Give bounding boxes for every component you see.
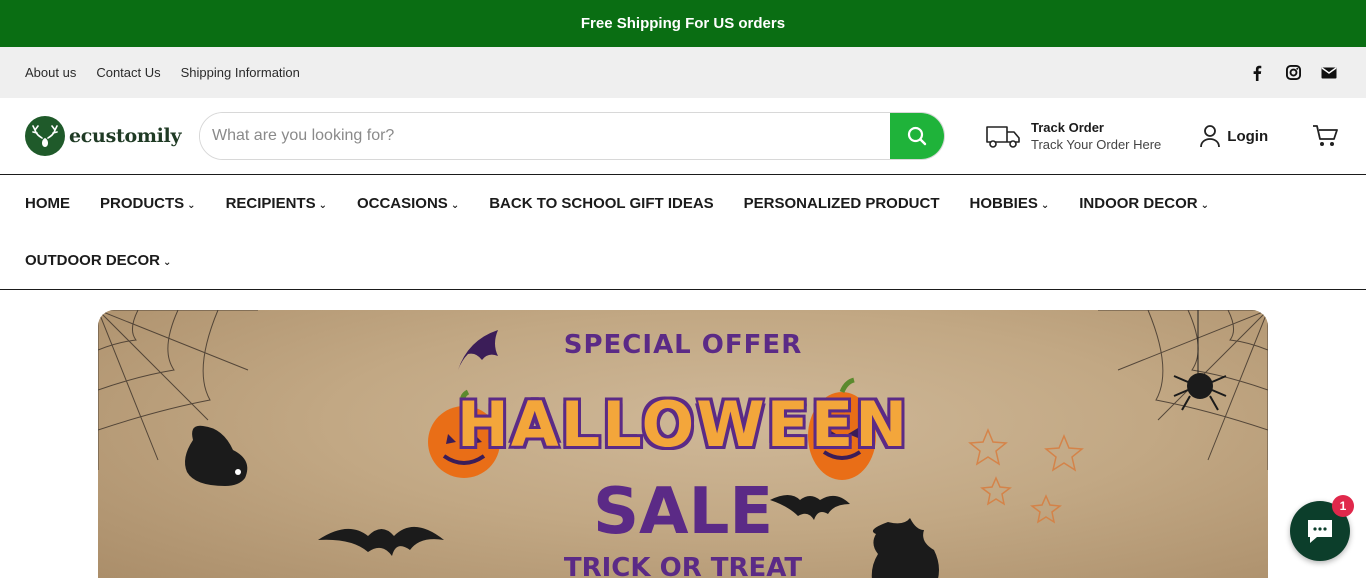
announcement-text: Free Shipping For US orders <box>580 15 786 32</box>
utility-links: About us Contact Us Shipping Information <box>25 65 300 80</box>
hero-special-offer: SPECIAL OFFER <box>563 330 803 360</box>
nav-item-occasions[interactable]: OCCASIONS ⌄ <box>357 195 459 212</box>
search-bar <box>199 112 945 160</box>
nav-item-recipients[interactable]: RECIPIENTS ⌄ <box>226 195 327 212</box>
hero-sale: SALE <box>592 475 774 549</box>
halloween-sale-banner[interactable]: SPECIAL OFFER HALLOWEEN SALE TRICK OR TR… <box>98 310 1268 578</box>
truck-icon <box>986 126 1020 148</box>
chevron-down-icon: ⌄ <box>163 257 172 268</box>
search-icon <box>907 126 927 146</box>
utility-bar: About us Contact Us Shipping Information <box>0 47 1366 98</box>
nav-row-2: OUTDOOR DECOR ⌄ <box>25 232 1341 289</box>
login-label: Login <box>1227 127 1269 145</box>
search-button[interactable] <box>890 113 944 159</box>
shipping-information-link[interactable]: Shipping Information <box>181 65 300 80</box>
instagram-icon[interactable] <box>1285 65 1301 81</box>
chat-notification-badge: 1 <box>1332 495 1354 517</box>
nav-item-home[interactable]: HOME <box>25 195 70 212</box>
about-us-link[interactable]: About us <box>25 65 76 80</box>
nav-row-1: HOME PRODUCTS ⌄ RECIPIENTS ⌄ OCCASIONS ⌄ BA… <box>25 175 1341 232</box>
search-input[interactable] <box>200 113 890 159</box>
hero-trick-or-treat: TRICK OR TREAT <box>563 553 803 578</box>
nav-item-products[interactable]: PRODUCTS ⌄ <box>100 195 196 212</box>
chevron-down-icon: ⌄ <box>187 200 196 211</box>
facebook-icon[interactable] <box>1249 65 1265 81</box>
brand-name: ecustomily <box>69 125 182 147</box>
contact-us-link[interactable]: Contact Us <box>96 65 160 80</box>
hero-banner-wrapper: SPECIAL OFFER HALLOWEEN SALE TRICK OR TR… <box>0 290 1366 578</box>
nav-item-back-to-school[interactable]: BACK TO SCHOOL GIFT IDEAS <box>489 195 713 212</box>
track-order[interactable]: Track Order Track Your Order Here <box>985 120 1161 152</box>
site-logo[interactable]: ecustomily <box>25 116 199 156</box>
email-icon[interactable] <box>1321 65 1337 81</box>
track-order-title: Track Order <box>1031 120 1104 135</box>
chevron-down-icon: ⌄ <box>1200 200 1209 211</box>
login-button[interactable]: Login <box>1199 124 1268 148</box>
chevron-down-icon: ⌄ <box>318 200 327 211</box>
chat-bubble-icon <box>1308 520 1332 543</box>
track-order-subtitle: Track Your Order Here <box>1031 137 1162 152</box>
deer-logo-icon <box>25 116 65 156</box>
cart-button[interactable] <box>1312 124 1339 148</box>
chevron-down-icon: ⌄ <box>1040 200 1050 211</box>
chat-widget-button[interactable]: 1 <box>1290 495 1354 561</box>
nav-item-indoor-decor[interactable]: INDOOR DECOR ⌄ <box>1079 195 1209 212</box>
user-icon <box>1200 125 1221 148</box>
site-header: ecustomily Track Order Track Your Order … <box>0 98 1366 175</box>
announcement-bar: Free Shipping For US orders <box>0 0 1366 47</box>
nav-item-hobbies[interactable]: HOBBIES ⌄ <box>970 195 1050 212</box>
cart-icon <box>1313 125 1339 146</box>
nav-item-outdoor-decor[interactable]: OUTDOOR DECOR ⌄ <box>25 252 171 269</box>
main-navigation: HOME PRODUCTS ⌄ RECIPIENTS ⌄ OCCASIONS ⌄ BA… <box>0 175 1366 290</box>
social-links <box>1249 65 1337 81</box>
nav-item-personalized-product[interactable]: PERSONALIZED PRODUCT <box>744 195 940 212</box>
chevron-down-icon: ⌄ <box>450 200 460 211</box>
hero-halloween: HALLOWEEN <box>456 388 910 461</box>
